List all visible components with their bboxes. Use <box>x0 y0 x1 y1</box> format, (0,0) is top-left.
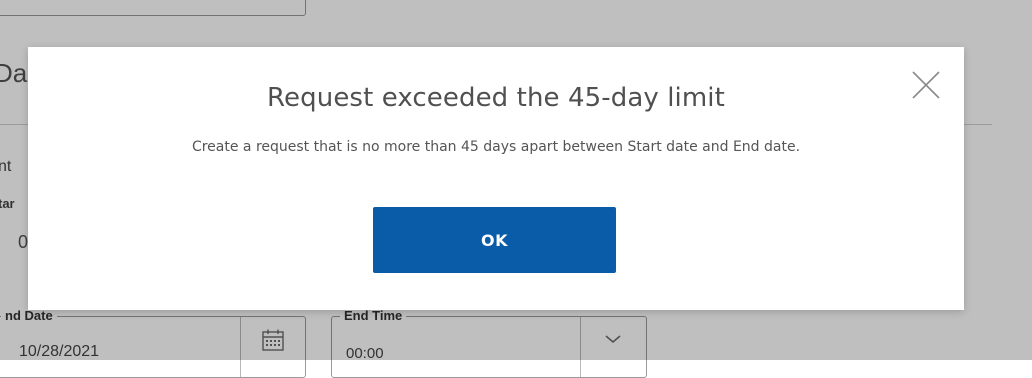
dialog-message: Create a request that is no more than 45… <box>191 139 801 155</box>
limit-exceeded-dialog: Request exceeded the 45-day limit Create… <box>28 47 964 310</box>
ok-button[interactable]: OK <box>373 207 616 273</box>
dialog-title: Request exceeded the 45-day limit <box>267 83 725 113</box>
